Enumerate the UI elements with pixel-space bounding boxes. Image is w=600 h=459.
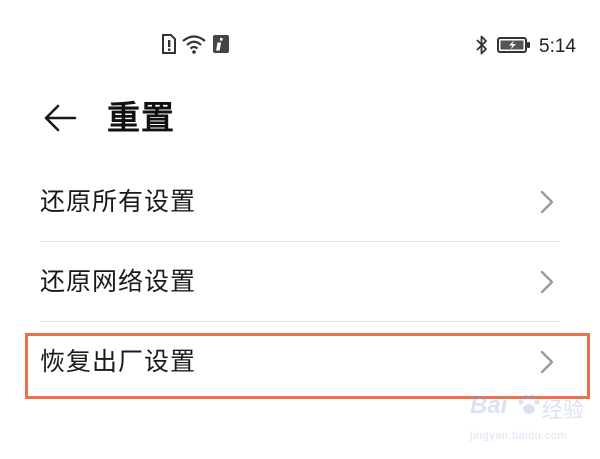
watermark-suffix: 经验 xyxy=(542,398,584,422)
chevron-right-icon xyxy=(539,350,555,374)
page-title: 重置 xyxy=(107,98,175,137)
status-left-icons xyxy=(160,34,230,58)
wifi-icon xyxy=(182,34,206,58)
bluetooth-icon xyxy=(475,34,489,60)
chevron-right-icon xyxy=(539,270,555,294)
status-bar: 5:14 xyxy=(0,0,600,90)
list-item-label: 还原网络设置 xyxy=(40,267,197,296)
list-item-reset-all-settings[interactable]: 还原所有设置 xyxy=(0,162,600,242)
watermark: Bai 经验 jingyan.baidu.com xyxy=(470,390,595,452)
list-item-label: 恢复出厂设置 xyxy=(40,347,197,376)
chevron-right-icon xyxy=(539,190,555,214)
status-right-icons: 5:14 xyxy=(475,34,576,60)
alert-sim-icon xyxy=(160,34,176,58)
status-time: 5:14 xyxy=(539,36,576,57)
list-item-label: 还原所有设置 xyxy=(40,187,197,216)
header: 重置 xyxy=(0,90,600,150)
back-button[interactable] xyxy=(38,98,82,142)
settings-list: 还原所有设置 还原网络设置 恢复出厂设置 xyxy=(0,162,600,402)
list-item-reset-network-settings[interactable]: 还原网络设置 xyxy=(0,242,600,322)
battery-charging-icon xyxy=(497,35,531,59)
arrow-left-icon xyxy=(43,103,77,137)
watermark-brand: Bai xyxy=(470,392,508,419)
info-icon xyxy=(212,34,230,58)
paw-icon xyxy=(516,392,542,418)
watermark-url: jingyan.baidu.com xyxy=(470,430,568,442)
